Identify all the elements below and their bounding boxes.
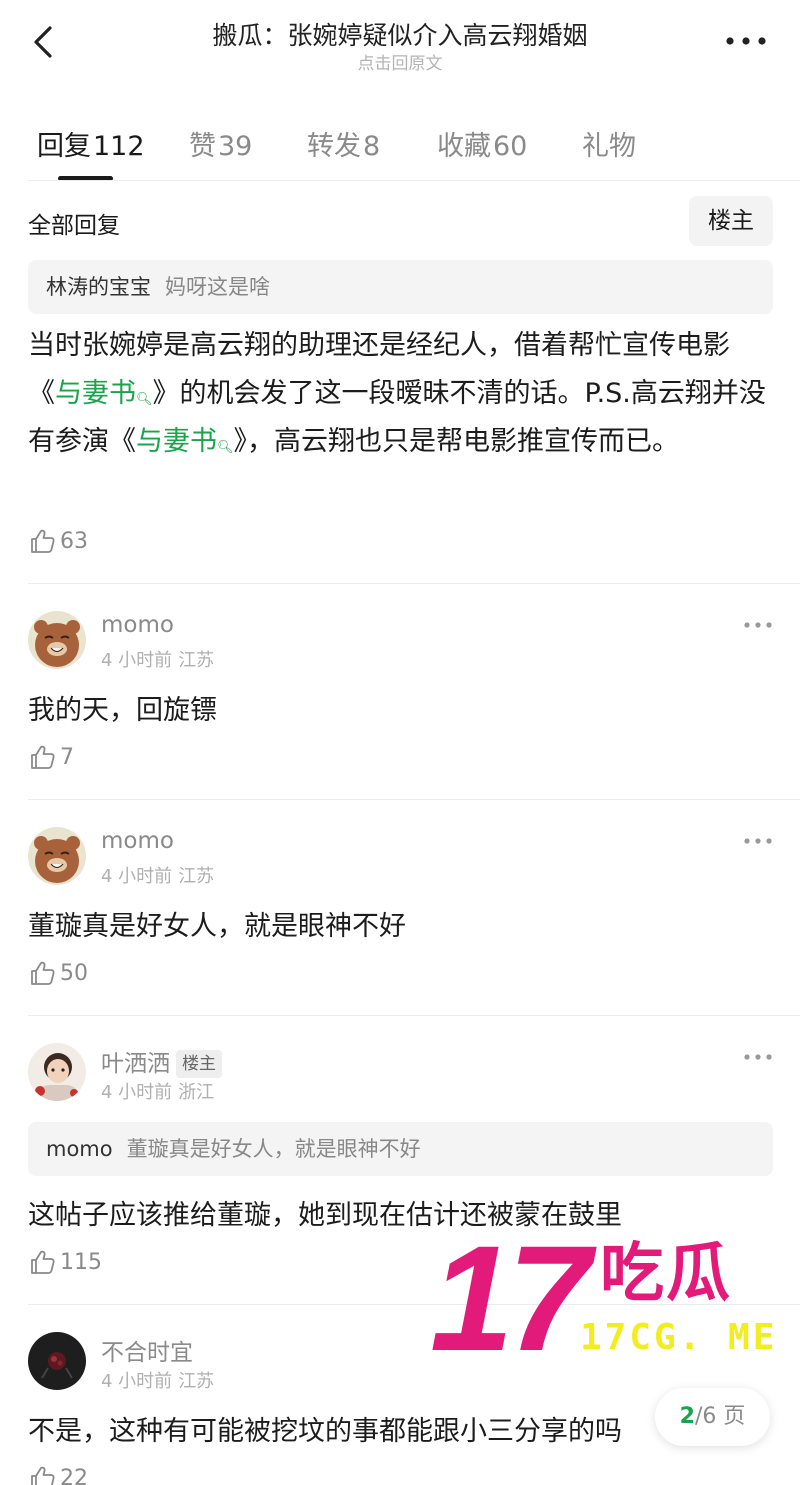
thumbs-up-icon <box>31 745 55 769</box>
divider <box>28 583 800 584</box>
thumbs-up-icon <box>31 529 55 553</box>
tab-replies[interactable]: 回复112 <box>37 124 145 163</box>
current-page: 2 <box>679 1404 695 1429</box>
like-count: 7 <box>60 744 74 770</box>
quoted-reply[interactable]: 林涛的宝宝 妈呀这是啥 <box>28 260 773 314</box>
like-button[interactable]: 7 <box>28 741 74 773</box>
avatar[interactable] <box>28 1332 86 1390</box>
tab-likes[interactable]: 赞39 <box>189 124 252 163</box>
tab-favorites[interactable]: 收藏60 <box>437 124 527 163</box>
back-icon[interactable] <box>24 22 64 62</box>
thumbs-up-icon <box>31 1466 55 1485</box>
comment-meta: 4 小时前 江苏 <box>101 1371 215 1392</box>
topic-link[interactable]: 与妻书🔍︎ <box>136 426 234 457</box>
comment-meta: 4 小时前 浙江 <box>101 1082 215 1103</box>
reply-body: 当时张婉婷是高云翔的助理还是经纪人，借着帮忙宣传电影《与妻书🔍︎》的机会发了这一… <box>28 330 766 457</box>
divider <box>28 180 800 181</box>
like-count: 50 <box>60 960 88 986</box>
page-indicator[interactable]: 2/6 页 <box>655 1388 770 1446</box>
comment-text: 这帖子应该推给董璇，她到现在估计还被蒙在鼓里 <box>28 1200 622 1231</box>
like-button[interactable]: 115 <box>28 1246 102 1278</box>
thumbs-up-icon <box>31 961 55 985</box>
comment-text: 董璇真是好女人，就是眼神不好 <box>28 911 406 942</box>
quoted-text: 董璇真是好女人，就是眼神不好 <box>126 1137 421 1161</box>
quoted-user: 林涛的宝宝 <box>46 275 151 299</box>
tab-gifts[interactable]: 礼物 <box>582 124 636 163</box>
watermark-name: 吃瓜 <box>600 1237 732 1311</box>
comment-more-icon[interactable] <box>742 620 774 630</box>
host-only-button[interactable]: 楼主 <box>689 196 773 246</box>
watermark-logo: 17 吃瓜 17CG. ME <box>430 1214 800 1382</box>
comment-text: 我的天，回旋镖 <box>28 695 217 726</box>
like-button[interactable]: 22 <box>28 1462 88 1485</box>
post-title[interactable]: 搬瓜：张婉婷疑似介入高云翔婚姻 <box>150 16 650 52</box>
topic-link[interactable]: 与妻书🔍︎ <box>55 378 153 409</box>
quoted-user: momo <box>46 1137 113 1161</box>
host-badge: 楼主 <box>176 1050 222 1078</box>
like-count: 115 <box>60 1249 102 1275</box>
tab-reposts[interactable]: 转发8 <box>307 124 380 163</box>
like-count: 22 <box>60 1465 88 1485</box>
search-icon: 🔍︎ <box>136 392 153 407</box>
divider <box>28 1015 800 1016</box>
thumbs-up-icon <box>31 1250 55 1274</box>
comment-meta: 4 小时前 江苏 <box>101 866 215 887</box>
username[interactable]: 叶洒洒 楼主 <box>101 1044 222 1078</box>
back-to-original-link[interactable]: 点击回原文 <box>250 49 550 74</box>
username[interactable]: 不合时宜 <box>101 1333 193 1367</box>
tab-bar: 回复112 赞39 转发8 收藏60 礼物 <box>0 110 800 182</box>
search-icon: 🔍︎ <box>217 440 234 455</box>
total-pages: /6 页 <box>694 1404 746 1429</box>
username[interactable]: momo <box>101 612 174 638</box>
username[interactable]: momo <box>101 828 174 854</box>
quoted-reply[interactable]: momo 董璇真是好女人，就是眼神不好 <box>28 1122 773 1176</box>
like-button[interactable]: 50 <box>28 957 88 989</box>
avatar[interactable] <box>28 1043 86 1101</box>
divider <box>28 799 800 800</box>
comment-more-icon[interactable] <box>742 1052 774 1062</box>
quoted-text: 妈呀这是啥 <box>165 275 270 299</box>
avatar[interactable] <box>28 611 86 669</box>
more-options-icon[interactable] <box>722 29 770 53</box>
watermark-number: 17 <box>430 1214 591 1382</box>
all-replies-label: 全部回复 <box>28 213 120 239</box>
avatar[interactable] <box>28 827 86 885</box>
like-button[interactable]: 63 <box>28 525 88 557</box>
like-count: 63 <box>60 528 88 554</box>
top-bar: 搬瓜：张婉婷疑似介入高云翔婚姻 点击回原文 <box>0 0 800 90</box>
comment-more-icon[interactable] <box>742 836 774 846</box>
watermark-site: 17CG. ME <box>580 1317 778 1358</box>
comment-meta: 4 小时前 江苏 <box>101 650 215 671</box>
